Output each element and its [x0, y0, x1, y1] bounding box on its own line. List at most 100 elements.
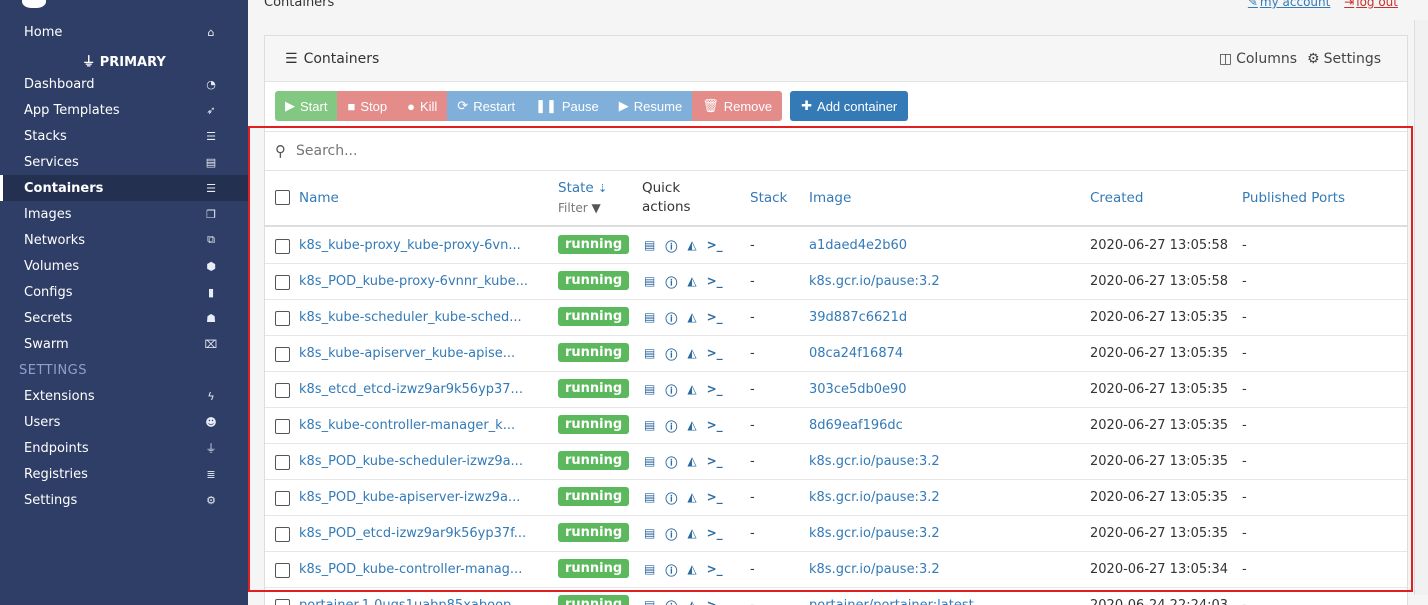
inspect-icon[interactable]: ⓘ: [665, 526, 677, 543]
sidebar-item-dashboard[interactable]: Dashboard ◔: [0, 71, 248, 97]
sidebar-item-registries[interactable]: Registries ≣: [0, 461, 248, 487]
inspect-icon[interactable]: ⓘ: [665, 418, 677, 435]
sidebar-item-settings[interactable]: Settings ⚙: [0, 487, 248, 513]
portainer-logo[interactable]: [22, 0, 46, 8]
container-name-link[interactable]: k8s_kube-proxy_kube-proxy-6vn...: [299, 238, 521, 253]
stats-icon[interactable]: ◭: [687, 526, 696, 543]
console-icon[interactable]: >_: [707, 382, 723, 399]
logs-icon[interactable]: ▤: [644, 382, 655, 399]
sidebar-item-extensions[interactable]: Extensions ϟ: [0, 383, 248, 409]
column-created[interactable]: Created: [1090, 190, 1143, 206]
console-icon[interactable]: >_: [707, 238, 723, 255]
stats-icon[interactable]: ◭: [687, 310, 696, 327]
row-checkbox[interactable]: [275, 563, 290, 578]
image-link[interactable]: k8s.gcr.io/pause:3.2: [809, 490, 940, 505]
sidebar-item-configs[interactable]: Configs ▮: [0, 279, 248, 305]
resume-button[interactable]: ▶ Resume: [608, 91, 693, 121]
inspect-icon[interactable]: ⓘ: [665, 238, 677, 255]
image-link[interactable]: 08ca24f16874: [809, 346, 903, 361]
row-checkbox[interactable]: [275, 311, 290, 326]
my-account-link[interactable]: ✎ my account: [1248, 0, 1330, 9]
image-link[interactable]: portainer/portainer:latest: [809, 598, 974, 605]
image-link[interactable]: k8s.gcr.io/pause:3.2: [809, 562, 940, 577]
console-icon[interactable]: >_: [707, 526, 723, 543]
container-name-link[interactable]: k8s_POD_kube-proxy-6vnnr_kube...: [299, 274, 528, 289]
inspect-icon[interactable]: ⓘ: [665, 454, 677, 471]
sidebar-item-secrets[interactable]: Secrets ☗: [0, 305, 248, 331]
search-input[interactable]: [296, 143, 896, 159]
columns-button[interactable]: ◫ Columns: [1219, 51, 1297, 67]
console-icon[interactable]: >_: [707, 346, 723, 363]
sidebar-item-stacks[interactable]: Stacks ☰: [0, 123, 248, 149]
column-published-ports[interactable]: Published Ports: [1242, 190, 1345, 206]
container-name-link[interactable]: k8s_POD_kube-controller-manag...: [299, 562, 522, 577]
inspect-icon[interactable]: ⓘ: [665, 274, 677, 291]
image-link[interactable]: 8d69eaf196dc: [809, 418, 903, 433]
container-name-link[interactable]: k8s_kube-controller-manager_k...: [299, 418, 515, 433]
inspect-icon[interactable]: ⓘ: [665, 490, 677, 507]
console-icon[interactable]: >_: [707, 490, 723, 507]
kill-button[interactable]: ● Kill: [397, 91, 448, 121]
settings-button[interactable]: ⚙ Settings: [1307, 51, 1381, 67]
stats-icon[interactable]: ◭: [687, 382, 696, 399]
stats-icon[interactable]: ◭: [687, 598, 696, 605]
column-state[interactable]: State ⇣: [558, 180, 607, 196]
image-link[interactable]: 39d887c6621d: [809, 310, 907, 325]
inspect-icon[interactable]: ⓘ: [665, 598, 677, 605]
image-link[interactable]: k8s.gcr.io/pause:3.2: [809, 526, 940, 541]
image-link[interactable]: a1daed4e2b60: [809, 238, 907, 253]
stats-icon[interactable]: ◭: [687, 562, 696, 579]
logs-icon[interactable]: ▤: [644, 454, 655, 471]
pause-button[interactable]: ❚❚ Pause: [525, 91, 609, 121]
image-link[interactable]: k8s.gcr.io/pause:3.2: [809, 274, 940, 289]
sidebar-item-endpoints[interactable]: Endpoints ⏚: [0, 435, 248, 461]
restart-button[interactable]: ⟳ Restart: [447, 91, 526, 121]
logs-icon[interactable]: ▤: [644, 526, 655, 543]
stats-icon[interactable]: ◭: [687, 346, 696, 363]
container-name-link[interactable]: k8s_POD_kube-apiserver-izwz9a...: [299, 490, 520, 505]
sidebar-item-users[interactable]: Users ☻: [0, 409, 248, 435]
console-icon[interactable]: >_: [707, 418, 723, 435]
container-name-link[interactable]: k8s_kube-apiserver_kube-apise...: [299, 346, 515, 361]
logs-icon[interactable]: ▤: [644, 238, 655, 255]
inspect-icon[interactable]: ⓘ: [665, 562, 677, 579]
container-name-link[interactable]: portainer.1.0ugs1uabp85xaboop...: [299, 598, 524, 605]
row-checkbox[interactable]: [275, 239, 290, 254]
logs-icon[interactable]: ▤: [644, 598, 655, 605]
stats-icon[interactable]: ◭: [687, 418, 696, 435]
logs-icon[interactable]: ▤: [644, 418, 655, 435]
container-name-link[interactable]: k8s_POD_etcd-izwz9ar9k56yp37f...: [299, 526, 526, 541]
logs-icon[interactable]: ▤: [644, 310, 655, 327]
row-checkbox[interactable]: [275, 455, 290, 470]
console-icon[interactable]: >_: [707, 562, 723, 579]
image-link[interactable]: 303ce5db0e90: [809, 382, 907, 397]
row-checkbox[interactable]: [275, 599, 290, 605]
console-icon[interactable]: >_: [707, 310, 723, 327]
log-out-link[interactable]: ⇥ log out: [1344, 0, 1398, 9]
sidebar-item-images[interactable]: Images ❐: [0, 201, 248, 227]
page-scrollbar[interactable]: [1414, 20, 1428, 595]
sidebar-item-networks[interactable]: Networks ⧉: [0, 227, 248, 253]
row-checkbox[interactable]: [275, 527, 290, 542]
stats-icon[interactable]: ◭: [687, 454, 696, 471]
console-icon[interactable]: >_: [707, 454, 723, 471]
console-icon[interactable]: >_: [707, 274, 723, 291]
column-stack[interactable]: Stack: [750, 190, 787, 206]
stats-icon[interactable]: ◭: [687, 274, 696, 291]
container-name-link[interactable]: k8s_etcd_etcd-izwz9ar9k56yp37...: [299, 382, 523, 397]
column-name[interactable]: Name: [299, 190, 339, 206]
container-name-link[interactable]: k8s_kube-scheduler_kube-sched...: [299, 310, 522, 325]
stats-icon[interactable]: ◭: [687, 238, 696, 255]
add-container-button[interactable]: ✚ Add container: [790, 91, 909, 121]
sidebar-item-home[interactable]: Home ⌂: [0, 19, 248, 45]
sidebar-item-containers[interactable]: Containers ☰: [0, 175, 248, 201]
stop-button[interactable]: ■ Stop: [337, 91, 398, 121]
inspect-icon[interactable]: ⓘ: [665, 346, 677, 363]
remove-button[interactable]: 🗑 Remove: [692, 91, 783, 121]
logs-icon[interactable]: ▤: [644, 274, 655, 291]
select-all-checkbox[interactable]: [275, 190, 290, 205]
console-icon[interactable]: >_: [707, 598, 723, 605]
inspect-icon[interactable]: ⓘ: [665, 382, 677, 399]
state-filter[interactable]: Filter ▼: [558, 201, 601, 215]
logs-icon[interactable]: ▤: [644, 490, 655, 507]
